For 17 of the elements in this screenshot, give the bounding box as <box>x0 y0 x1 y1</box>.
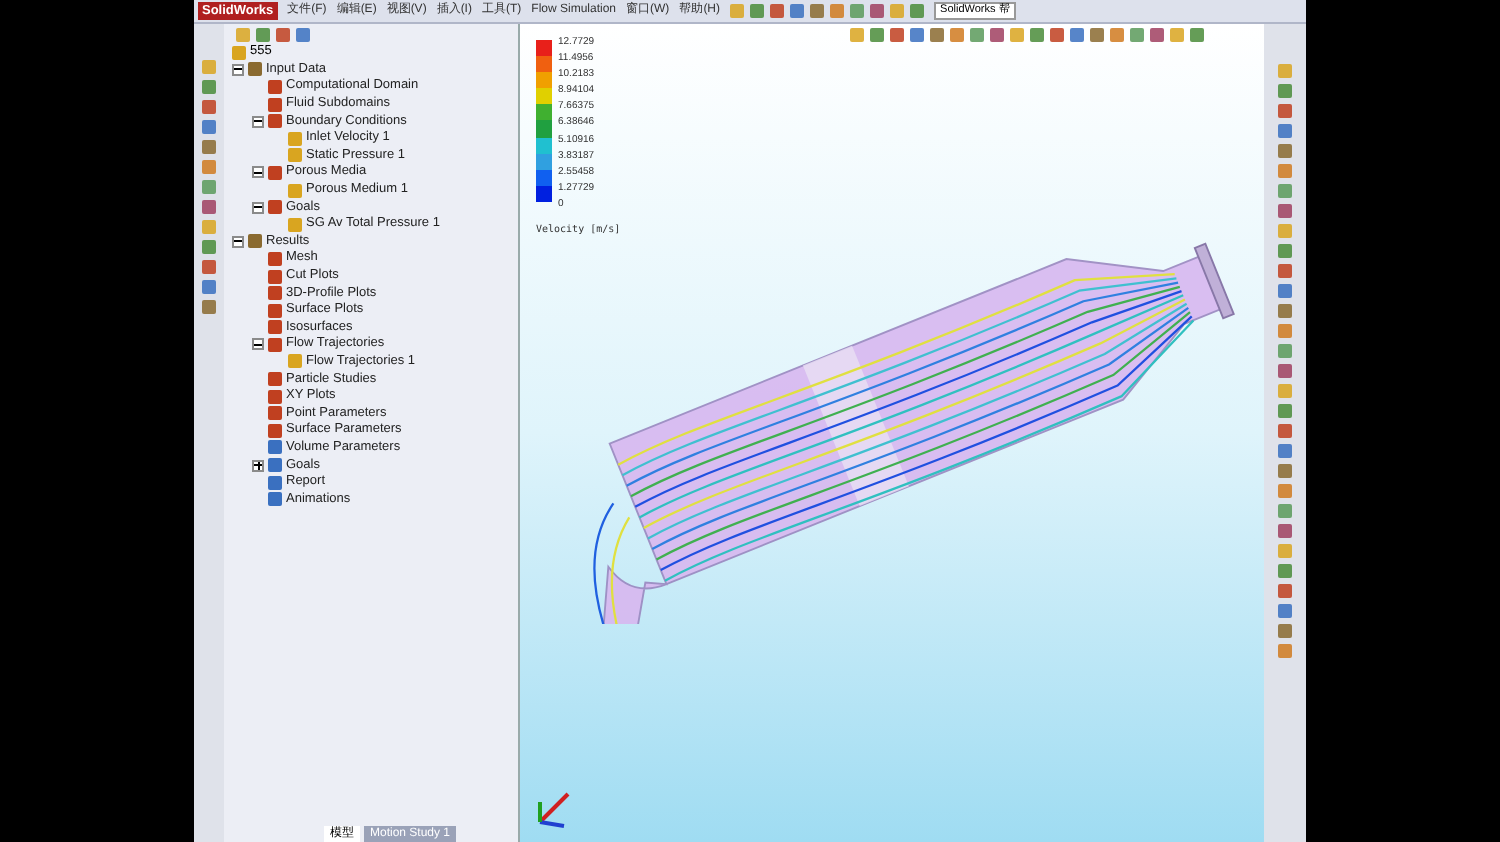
collapse-toggle[interactable] <box>252 338 264 351</box>
tree-node-icon <box>248 234 262 249</box>
collapse-toggle[interactable] <box>232 63 244 76</box>
expand-toggle[interactable] <box>252 459 264 472</box>
tree-node-icon <box>268 200 282 215</box>
tree-node-icon <box>288 354 302 369</box>
tree-node-icon <box>288 183 302 198</box>
collapse-toggle[interactable] <box>252 201 264 214</box>
part-icon <box>232 45 246 60</box>
tree-node-icon <box>268 79 282 94</box>
collapse-toggle[interactable] <box>252 115 264 128</box>
tree-node-icon <box>248 62 262 77</box>
collapse-toggle[interactable] <box>232 235 244 248</box>
collapse-toggle[interactable] <box>252 166 264 179</box>
tree-node-icon <box>268 165 282 180</box>
tree-node-icon <box>288 217 302 232</box>
tree-node-icon <box>268 251 282 266</box>
